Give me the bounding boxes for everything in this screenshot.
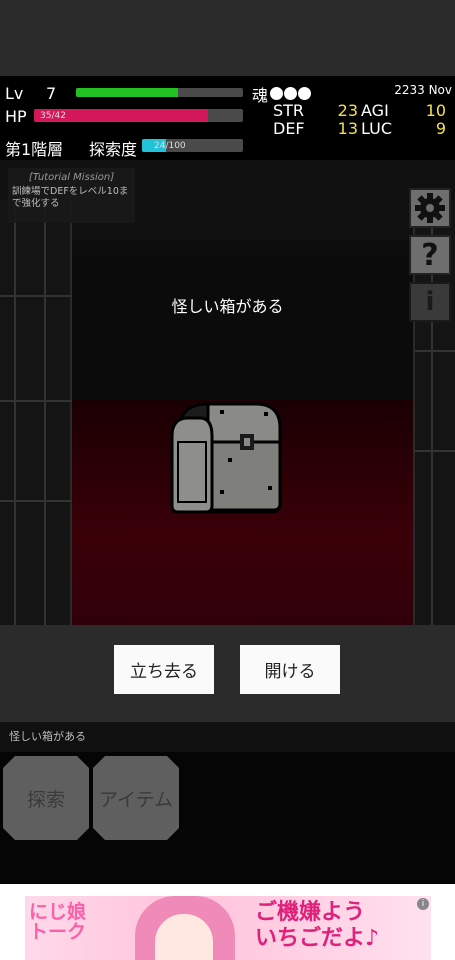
agi-label: AGI — [361, 101, 389, 120]
ad-character-face — [155, 914, 213, 960]
def-value: 13 — [337, 119, 358, 138]
ad-info-icon[interactable]: i — [417, 898, 429, 910]
tutorial-mission-panel: [Tutorial Mission] 訓練場でDEFをレベル10まで強化する — [8, 168, 135, 223]
agi-value: 10 — [425, 101, 446, 120]
exp-bar-fill — [76, 88, 178, 97]
def-label: DEF — [273, 119, 305, 138]
str-value: 23 — [337, 101, 358, 120]
floor-name: 第1階層 — [5, 140, 64, 159]
explore-text: 24/100 — [154, 141, 186, 151]
item-button[interactable]: アイテム — [93, 756, 179, 840]
event-message: 怪しい箱がある — [171, 297, 284, 316]
message-log: 怪しい箱がある — [0, 722, 455, 752]
ad-banner[interactable]: にじ娘 トーク ご機嫌よう いちごだよ♪ i — [25, 896, 431, 960]
dungeon-view — [0, 160, 455, 625]
treasure-chest-icon[interactable] — [168, 398, 284, 518]
soul-dot-icon — [284, 87, 297, 100]
status-header: Lv 7 HP 35/42 第1階層 探索度 24/100 魂 2233 Nov… — [0, 76, 455, 160]
luc-value: 9 — [435, 119, 446, 138]
luc-label: LUC — [361, 119, 392, 138]
hp-bar: 35/42 — [34, 109, 243, 122]
system-top-bar — [0, 0, 455, 76]
date-text: 2233 Nov — [394, 83, 452, 97]
exp-bar — [76, 88, 243, 97]
gear-icon — [415, 193, 445, 223]
mission-description: 訓練場でDEFをレベル10まで強化する — [12, 186, 129, 209]
ad-text-right: ご機嫌よう いちごだよ♪ — [255, 900, 380, 951]
dungeon-left-wall — [0, 200, 72, 625]
mission-title: [Tutorial Mission] — [28, 172, 115, 183]
explore-bar: 24/100 — [142, 139, 243, 152]
soul-dot-icon — [298, 87, 311, 100]
settings-button[interactable] — [409, 188, 451, 228]
str-label: STR — [273, 101, 305, 120]
level-label: Lv — [5, 84, 24, 103]
explore-button[interactable]: 探索 — [3, 756, 89, 840]
soul-dot-icon — [270, 87, 283, 100]
hp-label: HP — [5, 107, 27, 126]
leave-button[interactable]: 立ち去る — [114, 645, 214, 694]
help-button[interactable]: ? — [409, 235, 451, 275]
open-button[interactable]: 開ける — [240, 645, 340, 694]
explore-label: 探索度 — [89, 140, 138, 159]
log-line: 怪しい箱がある — [9, 730, 86, 743]
hp-text: 35/42 — [40, 111, 66, 121]
ad-text-left: にじ娘 トーク — [29, 901, 87, 943]
level-value: 7 — [46, 84, 57, 103]
choice-area — [0, 625, 455, 722]
soul-label: 魂 — [252, 86, 269, 105]
help-icon: ? — [421, 237, 439, 273]
